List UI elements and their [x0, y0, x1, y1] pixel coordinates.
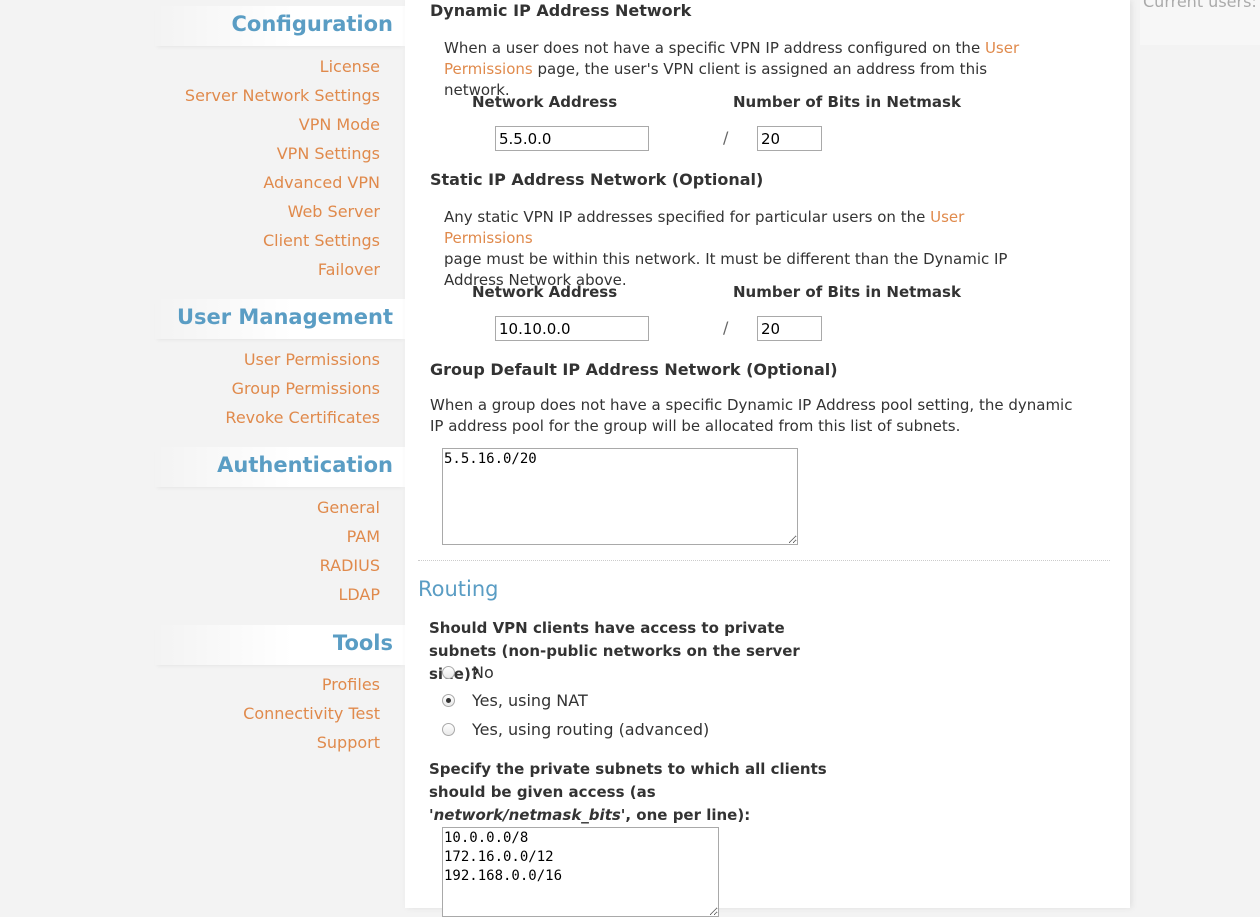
group-subnets-textarea[interactable] [442, 448, 798, 545]
netmask-bits-label: Number of Bits in Netmask [733, 283, 961, 301]
slash-separator: / [723, 318, 729, 337]
sidebar-item-radius[interactable]: RADIUS [320, 556, 380, 575]
private-subnets-label: Specify the private subnets to which all… [429, 758, 854, 827]
sidebar-item-advanced-vpn[interactable]: Advanced VPN [263, 173, 380, 192]
section-header-authentication: Authentication [155, 447, 405, 487]
group-network-heading: Group Default IP Address Network (Option… [430, 360, 838, 379]
section-header-user-management: User Management [155, 299, 405, 339]
group-network-description: When a group does not have a specific Dy… [430, 396, 1073, 435]
dynamic-network-description: When a user does not have a specific VPN… [444, 38, 1044, 101]
radio-button[interactable] [442, 693, 455, 707]
sidebar-item-server-network-settings[interactable]: Server Network Settings [185, 86, 380, 105]
section-title: Authentication [217, 453, 393, 477]
sidebar-item-web-server[interactable]: Web Server [288, 202, 380, 221]
static-network-address-input[interactable] [495, 316, 649, 341]
sidebar-item-support[interactable]: Support [317, 733, 380, 752]
sidebar-item-pam[interactable]: PAM [347, 527, 380, 546]
label-emphasis: network/netmask_bits [433, 806, 621, 824]
radio-label: Yes, using routing (advanced) [472, 719, 710, 739]
radio-option-no[interactable]: No [442, 661, 494, 683]
label-text: ', one per line): [620, 806, 751, 824]
sidebar: Configuration License Server Network Set… [0, 0, 405, 908]
section-title: Configuration [231, 12, 393, 36]
sidebar-item-general[interactable]: General [317, 498, 380, 517]
netmask-bits-label: Number of Bits in Netmask [733, 93, 961, 111]
sidebar-item-ldap[interactable]: LDAP [338, 585, 380, 604]
static-network-description: Any static VPN IP addresses specified fo… [444, 207, 1044, 291]
network-address-label: Network Address [472, 93, 618, 111]
radio-button[interactable] [442, 665, 455, 679]
sidebar-item-group-permissions[interactable]: Group Permissions [232, 379, 380, 398]
static-network-heading: Static IP Address Network (Optional) [430, 170, 764, 189]
sidebar-item-revoke-certificates[interactable]: Revoke Certificates [225, 408, 380, 427]
routing-section-title: Routing [418, 577, 499, 601]
sidebar-item-vpn-mode[interactable]: VPN Mode [299, 115, 380, 134]
description-text: Any static VPN IP addresses specified fo… [444, 208, 931, 226]
sidebar-item-failover[interactable]: Failover [318, 260, 380, 279]
slash-separator: / [723, 128, 729, 147]
static-netmask-bits-input[interactable] [757, 316, 822, 341]
radio-label: No [472, 662, 494, 682]
dynamic-network-heading: Dynamic IP Address Network [430, 1, 692, 20]
section-title: Tools [332, 631, 393, 655]
sidebar-item-profiles[interactable]: Profiles [322, 675, 380, 694]
radio-label: Yes, using NAT [472, 690, 588, 710]
radio-option-nat[interactable]: Yes, using NAT [442, 689, 588, 711]
section-title: User Management [176, 305, 393, 329]
description-text: When a user does not have a specific VPN… [444, 39, 985, 57]
radio-option-routing[interactable]: Yes, using routing (advanced) [442, 718, 709, 740]
sidebar-item-client-settings[interactable]: Client Settings [263, 231, 380, 250]
private-subnets-textarea[interactable] [442, 827, 719, 917]
radio-button[interactable] [442, 722, 455, 736]
dynamic-network-address-input[interactable] [495, 126, 649, 151]
dynamic-netmask-bits-input[interactable] [757, 126, 822, 151]
sidebar-item-connectivity-test[interactable]: Connectivity Test [243, 704, 380, 723]
section-divider [418, 560, 1110, 561]
current-users-label: Current users: [1143, 0, 1257, 11]
sidebar-item-vpn-settings[interactable]: VPN Settings [277, 144, 380, 163]
section-header-configuration: Configuration [155, 6, 405, 46]
sidebar-item-license[interactable]: License [320, 57, 380, 76]
network-address-label: Network Address [472, 283, 618, 301]
section-header-tools: Tools [155, 625, 405, 665]
sidebar-item-user-permissions[interactable]: User Permissions [244, 350, 380, 369]
